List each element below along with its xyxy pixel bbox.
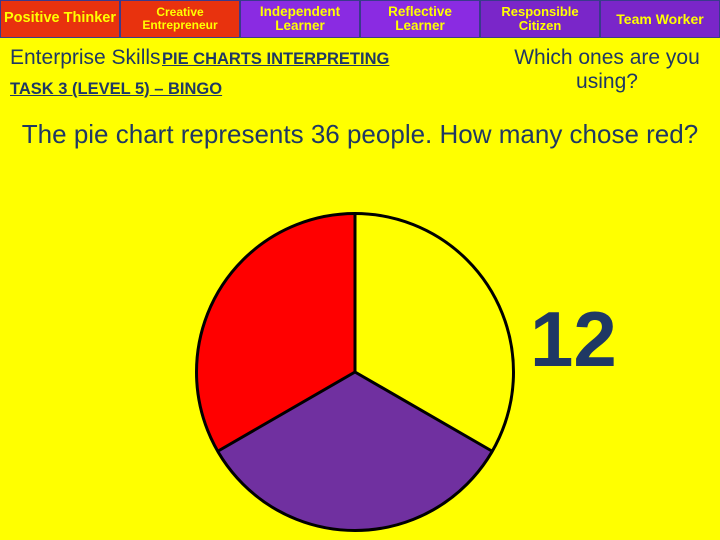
skill-independent-learner[interactable]: Independent Learner <box>240 0 360 38</box>
pie-chart <box>195 212 515 532</box>
slide: Positive Thinker Creative Entrepreneur I… <box>0 0 720 540</box>
skill-label: Team Worker <box>616 10 704 27</box>
skill-reflective-learner[interactable]: Reflective Learner <box>360 0 480 38</box>
pie-chart-slice-dividers <box>217 214 493 453</box>
skill-label: Creative Entrepreneur <box>142 5 218 32</box>
question-text: The pie chart represents 36 people. How … <box>21 119 699 149</box>
skill-label: Reflective Learner <box>388 3 452 33</box>
answer-value: 12 <box>530 295 617 383</box>
skill-responsible-citizen[interactable]: Responsible Citizen <box>480 0 600 38</box>
enterprise-skills-label: Enterprise Skills <box>10 46 161 69</box>
skills-bar: Positive Thinker Creative Entrepreneur I… <box>0 0 720 40</box>
page-title: PIE CHARTS INTERPRETING <box>162 50 390 68</box>
skill-positive-thinker[interactable]: Positive Thinker <box>0 0 120 38</box>
skill-label: Responsible Citizen <box>501 4 579 33</box>
skill-label: Independent Learner <box>259 3 341 33</box>
task-subtitle: TASK 3 (LEVEL 5) – BINGO <box>10 80 223 98</box>
skill-creative-entrepreneur[interactable]: Creative Entrepreneur <box>120 0 240 38</box>
skill-team-worker[interactable]: Team Worker <box>600 0 720 38</box>
skill-label: Positive Thinker <box>3 10 116 27</box>
which-ones-prompt: Which ones are you using? <box>514 46 700 94</box>
